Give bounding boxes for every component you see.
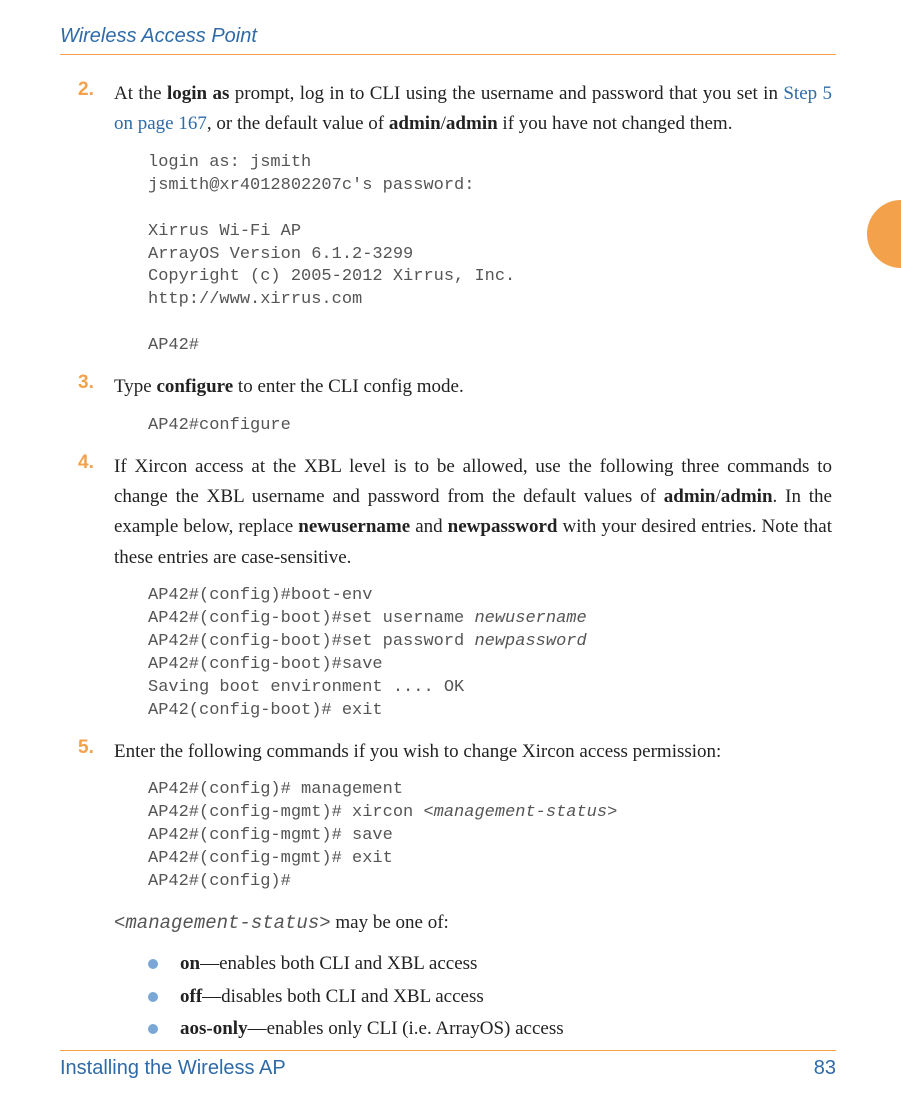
text: , or the default value of xyxy=(207,113,389,134)
code-text: AP42#(config-boot)#set password xyxy=(148,632,474,651)
step-2: 2. At the login as prompt, log in to CLI… xyxy=(78,79,832,358)
side-tab xyxy=(867,200,901,268)
code-block: AP42#(config)#boot-env AP42#(config-boot… xyxy=(148,585,832,723)
list-item: aos-only—enables only CLI (i.e. ArrayOS)… xyxy=(148,1013,832,1045)
text: may be one of: xyxy=(331,912,449,933)
mono-ital: > xyxy=(319,912,330,934)
step-4: 4. If Xircon access at the XBL level is … xyxy=(78,452,832,723)
step-number: 5. xyxy=(78,737,114,767)
list-item: on—enables both CLI and XBL access xyxy=(148,948,832,980)
step-body: If Xircon access at the XBL level is to … xyxy=(114,452,832,574)
bold: admin xyxy=(389,113,441,134)
text: if you have not changed them. xyxy=(498,113,733,134)
text: and xyxy=(410,516,448,537)
code-ital: management-status xyxy=(434,803,607,822)
code-ital: newusername xyxy=(474,609,586,628)
bold: newusername xyxy=(298,516,410,537)
step-number: 3. xyxy=(78,372,114,402)
step-3: 3. Type configure to enter the CLI confi… xyxy=(78,372,832,437)
bold: off xyxy=(180,986,202,1007)
list-item: off—disables both CLI and XBL access xyxy=(148,981,832,1013)
mono-ital: management-status xyxy=(125,912,319,934)
code-ital: newpassword xyxy=(474,632,586,651)
bold: on xyxy=(180,953,200,974)
mono-ital: < xyxy=(114,912,125,934)
step-number: 2. xyxy=(78,79,114,140)
page: Wireless Access Point 2. At the login as… xyxy=(0,0,901,1114)
footer: Installing the Wireless AP 83 xyxy=(60,1050,836,1080)
text: At the xyxy=(114,83,167,104)
bold: aos-only xyxy=(180,1018,248,1039)
bullet-list: on—enables both CLI and XBL access off—d… xyxy=(148,948,832,1045)
code-block: AP42#configure xyxy=(148,415,832,438)
code-text: AP42#(config-boot)#save Saving boot envi… xyxy=(148,655,464,720)
text: —disables both CLI and XBL access xyxy=(202,986,484,1007)
running-head: Wireless Access Point xyxy=(60,25,836,55)
code-block: AP42#(config)# management AP42#(config-m… xyxy=(148,779,832,894)
bold: admin xyxy=(664,486,716,507)
inline-paragraph: <management-status> may be one of: xyxy=(114,908,832,938)
text: —enables only CLI (i.e. ArrayOS) access xyxy=(248,1018,564,1039)
bold: login as xyxy=(167,83,229,104)
code-text: AP42#(config)# management AP42#(config-m… xyxy=(148,780,434,822)
step-body: Enter the following commands if you wish… xyxy=(114,737,832,767)
footer-section-title: Installing the Wireless AP xyxy=(60,1057,286,1080)
text: —enables both CLI and XBL access xyxy=(200,953,477,974)
text: prompt, log in to CLI using the username… xyxy=(229,83,783,104)
text: to enter the CLI config mode. xyxy=(233,376,464,397)
bold: admin xyxy=(721,486,773,507)
step-5: 5. Enter the following commands if you w… xyxy=(78,737,832,1045)
step-body: At the login as prompt, log in to CLI us… xyxy=(114,79,832,140)
bold: configure xyxy=(156,376,233,397)
content-area: 2. At the login as prompt, log in to CLI… xyxy=(60,79,836,1045)
bold: admin xyxy=(446,113,498,134)
text: Type xyxy=(114,376,156,397)
code-block: login as: jsmith jsmith@xr4012802207c's … xyxy=(148,152,832,358)
text: Enter the following commands if you wish… xyxy=(114,741,721,762)
bold: newpassword xyxy=(448,516,558,537)
step-body: Type configure to enter the CLI config m… xyxy=(114,372,832,402)
page-number: 83 xyxy=(814,1057,836,1080)
code-text: AP42#(config)#boot-env AP42#(config-boot… xyxy=(148,586,474,628)
step-number: 4. xyxy=(78,452,114,574)
